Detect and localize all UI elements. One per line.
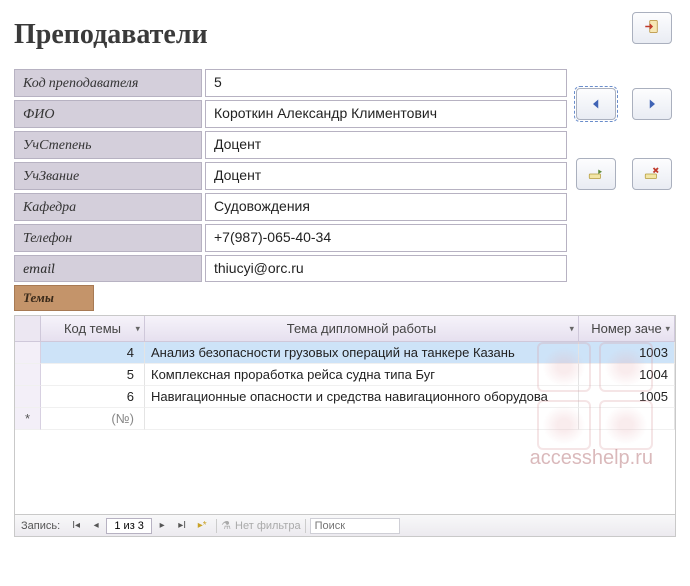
table-row[interactable]: 5 Комплексная проработка рейса судна тип…	[15, 364, 675, 386]
nav-first-button[interactable]: I◂	[66, 516, 86, 536]
rank-label: УчЗвание	[14, 162, 202, 190]
fio-label: ФИО	[14, 100, 202, 128]
teacher-id-field[interactable]: 5	[205, 69, 567, 97]
cell-theme-id[interactable]: 6	[41, 386, 145, 408]
nav-search-input[interactable]	[310, 518, 400, 534]
themes-datasheet[interactable]: Код темы▾ Тема дипломной работы▾ Номер з…	[14, 315, 676, 515]
nav-record-label: Запись:	[15, 520, 66, 532]
nav-new-button[interactable]: ▸*	[192, 516, 212, 536]
nav-filter-label: Нет фильтра	[235, 520, 301, 532]
watermark-text: accesshelp.ru	[530, 447, 653, 470]
nav-last-button[interactable]: ▸I	[172, 516, 192, 536]
cell-record-no[interactable]: 1004	[579, 364, 675, 386]
table-row-new[interactable]: (№)	[15, 408, 675, 430]
cell-theme-title-new[interactable]	[145, 408, 579, 430]
cell-theme-title[interactable]: Навигационные опасности и средства навиг…	[145, 386, 579, 408]
row-selector-new[interactable]	[15, 408, 41, 430]
rank-field[interactable]: Доцент	[205, 162, 567, 190]
themes-section-label: Темы	[14, 285, 94, 311]
cell-theme-title[interactable]: Комплексная проработка рейса судна типа …	[145, 364, 579, 386]
phone-label: Телефон	[14, 224, 202, 252]
cell-record-no-new[interactable]	[579, 408, 675, 430]
fio-field[interactable]: Короткин Александр Климентович	[205, 100, 567, 128]
teacher-id-label: Код преподавателя	[14, 69, 202, 97]
filter-icon: ⚗	[221, 519, 231, 532]
nav-prev-button[interactable]: ◂	[86, 516, 106, 536]
table-row[interactable]: 4 Анализ безопасности грузовых операций …	[15, 342, 675, 364]
page-title: Преподаватели	[14, 18, 676, 51]
email-field[interactable]: thiucyi@orc.ru	[205, 255, 567, 282]
col-header-theme-title[interactable]: Тема дипломной работы▾	[145, 316, 579, 342]
prev-record-button[interactable]	[576, 88, 616, 120]
col-header-record-no[interactable]: Номер заче▾	[579, 316, 675, 342]
cell-theme-title[interactable]: Анализ безопасности грузовых операций на…	[145, 342, 579, 364]
department-label: Кафедра	[14, 193, 202, 221]
chevron-down-icon[interactable]: ▾	[569, 323, 574, 334]
table-row[interactable]: 6 Навигационные опасности и средства нав…	[15, 386, 675, 408]
row-selector[interactable]	[15, 364, 41, 386]
chevron-down-icon[interactable]: ▾	[135, 323, 140, 334]
cell-theme-id[interactable]: 4	[41, 342, 145, 364]
degree-label: УчСтепень	[14, 131, 202, 159]
chevron-down-icon[interactable]: ▾	[665, 323, 670, 334]
phone-field[interactable]: +7(987)-065-40-34	[205, 224, 567, 252]
close-form-button[interactable]	[632, 12, 672, 44]
row-selector[interactable]	[15, 386, 41, 408]
cell-record-no[interactable]: 1003	[579, 342, 675, 364]
row-selector-header[interactable]	[15, 316, 41, 342]
row-selector[interactable]	[15, 342, 41, 364]
degree-field[interactable]: Доцент	[205, 131, 567, 159]
email-label: email	[14, 255, 202, 282]
new-record-button[interactable]	[576, 158, 616, 190]
nav-position-field[interactable]	[106, 518, 152, 534]
next-record-button[interactable]	[632, 88, 672, 120]
col-header-theme-id[interactable]: Код темы▾	[41, 316, 145, 342]
nav-next-button[interactable]: ▸	[152, 516, 172, 536]
record-navigator: Запись: I◂ ◂ ▸ ▸I ▸* ⚗ Нет фильтра	[14, 515, 676, 537]
cell-theme-id[interactable]: 5	[41, 364, 145, 386]
department-field[interactable]: Судовождения	[205, 193, 567, 221]
delete-record-button[interactable]	[632, 158, 672, 190]
cell-record-no[interactable]: 1005	[579, 386, 675, 408]
cell-theme-id-new[interactable]: (№)	[41, 408, 145, 430]
